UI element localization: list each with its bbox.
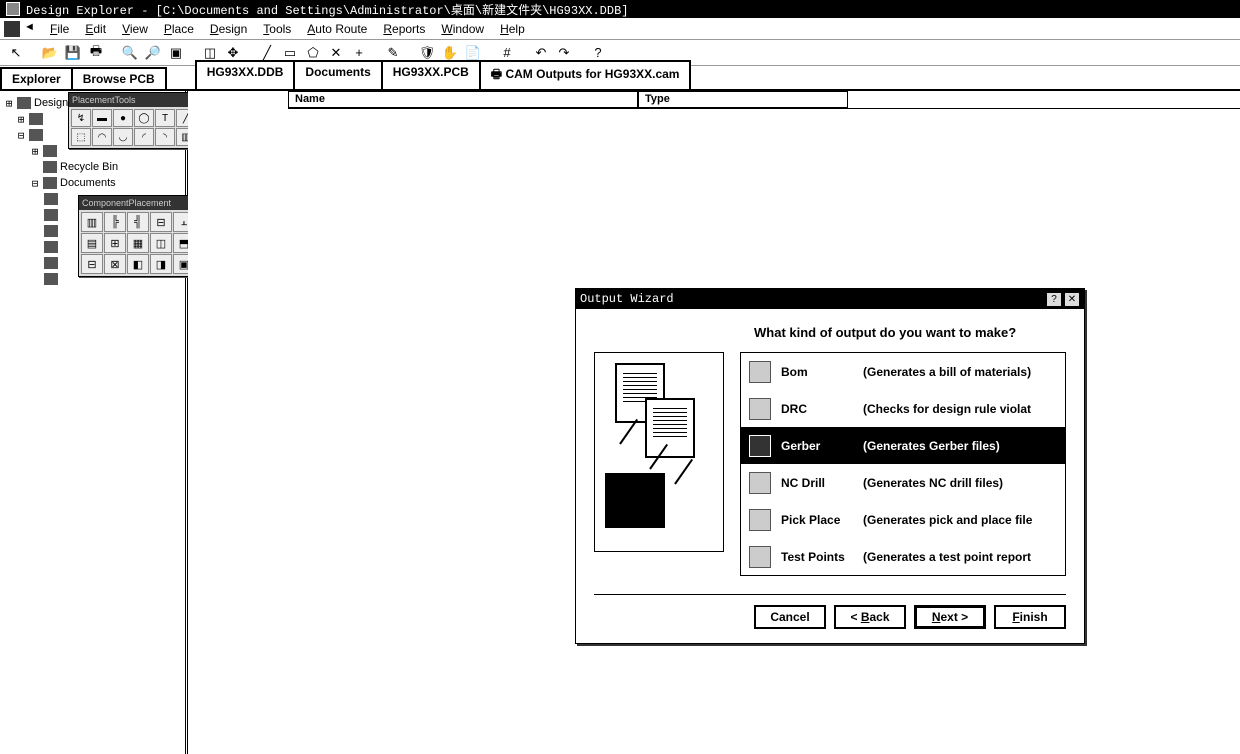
ft1-btn[interactable]: ◡: [113, 128, 133, 146]
dialog-question: What kind of output do you want to make?: [754, 325, 1066, 340]
option-icon: [749, 546, 771, 568]
menu-reports[interactable]: Reports: [377, 20, 431, 38]
option-desc: (Generates a bill of materials): [863, 365, 1057, 379]
help-icon[interactable]: ?: [1046, 292, 1062, 307]
output-option-nc-drill[interactable]: NC Drill (Generates NC drill files): [741, 464, 1065, 501]
menu-file[interactable]: File: [44, 20, 75, 38]
cancel-button[interactable]: Cancel: [754, 605, 826, 629]
output-wizard-dialog: Output Wizard ? ✕ What kind of output do…: [575, 288, 1085, 644]
option-desc: (Generates a test point report: [863, 550, 1057, 564]
ft2-btn[interactable]: ▤: [81, 233, 103, 253]
option-name: Test Points: [781, 550, 853, 564]
ft2-btn[interactable]: ╠: [104, 212, 126, 232]
menu-view[interactable]: View: [116, 20, 154, 38]
back-button[interactable]: < Back: [834, 605, 906, 629]
close-icon[interactable]: ✕: [1064, 292, 1080, 307]
output-option-bom[interactable]: Bom (Generates a bill of materials): [741, 353, 1065, 390]
option-name: NC Drill: [781, 476, 853, 490]
menubar-icon: [4, 21, 20, 37]
option-name: Bom: [781, 365, 853, 379]
next-button[interactable]: Next >: [914, 605, 986, 629]
menu-design[interactable]: Design: [204, 20, 253, 38]
option-desc: (Generates NC drill files): [863, 476, 1057, 490]
explorer-panel: ⊞ Design ⊞ ⊟ ⊞ Recycle Bin ⊟ Documents: [0, 91, 188, 754]
tab-documents[interactable]: Documents: [293, 60, 382, 89]
toolbar-zoomin-icon[interactable]: 🔍: [120, 43, 140, 63]
option-icon: [749, 398, 771, 420]
ft1-btn[interactable]: T: [155, 109, 175, 127]
option-desc: (Generates Gerber files): [863, 439, 1057, 453]
ft1-btn[interactable]: ◠: [92, 128, 112, 146]
output-option-test-points[interactable]: Test Points (Generates a test point repor…: [741, 538, 1065, 575]
menu-help[interactable]: Help: [494, 20, 531, 38]
toolbar-save-icon[interactable]: 💾: [63, 43, 83, 63]
option-icon: [749, 509, 771, 531]
dialog-illustration: [594, 352, 724, 552]
ft1-btn[interactable]: ↯: [71, 109, 91, 127]
ft1-btn[interactable]: ▬: [92, 109, 112, 127]
option-desc: (Checks for design rule violat: [863, 402, 1057, 416]
option-icon: [749, 435, 771, 457]
tree-recycle-bin[interactable]: Recycle Bin: [2, 159, 183, 175]
dialog-titlebar[interactable]: Output Wizard ? ✕: [576, 289, 1084, 309]
option-name: DRC: [781, 402, 853, 416]
list-header: Name Type: [288, 91, 1240, 109]
toolbar-pointer-icon[interactable]: ↖: [6, 43, 26, 63]
tree-root-label: Design: [34, 97, 68, 109]
menu-edit[interactable]: Edit: [79, 20, 112, 38]
tab-pcb[interactable]: HG93XX.PCB: [381, 60, 481, 89]
ft2-btn[interactable]: ◨: [150, 254, 172, 274]
tab-explorer[interactable]: Explorer: [0, 67, 73, 89]
ft2-btn[interactable]: ▥: [81, 212, 103, 232]
ft2-btn[interactable]: ⊟: [150, 212, 172, 232]
menubar: ◄ File Edit View Place Design Tools Auto…: [0, 18, 1240, 40]
ft2-btn[interactable]: ⊟: [81, 254, 103, 274]
option-icon: [749, 472, 771, 494]
option-name: Pick Place: [781, 513, 853, 527]
tab-browse-pcb[interactable]: Browse PCB: [71, 67, 167, 89]
ft2-btn[interactable]: ⊞: [104, 233, 126, 253]
output-option-drc[interactable]: DRC (Checks for design rule violat: [741, 390, 1065, 427]
ft1-btn[interactable]: ◯: [134, 109, 154, 127]
menu-place[interactable]: Place: [158, 20, 200, 38]
ft1-btn[interactable]: ⬚: [71, 128, 91, 146]
app-icon: [6, 2, 20, 16]
ft1-btn[interactable]: ◝: [155, 128, 175, 146]
tab-ddb[interactable]: HG93XX.DDB: [195, 60, 296, 89]
option-icon: [749, 361, 771, 383]
col-name[interactable]: Name: [288, 91, 638, 108]
output-option-gerber[interactable]: Gerber (Generates Gerber files): [741, 427, 1065, 464]
menu-tools[interactable]: Tools: [257, 20, 297, 38]
window-title: Design Explorer - [C:\Documents and Sett…: [26, 1, 629, 18]
dialog-title: Output Wizard: [580, 292, 674, 306]
arrow-left-icon[interactable]: ◄: [24, 21, 40, 37]
ft2-btn[interactable]: ◫: [150, 233, 172, 253]
ft2-btn[interactable]: ▦: [127, 233, 149, 253]
option-name: Gerber: [781, 439, 853, 453]
output-options-list: Bom (Generates a bill of materials) DRC (Ch…: [740, 352, 1066, 576]
option-desc: (Generates pick and place file: [863, 513, 1057, 527]
tree-recycle-label: Recycle Bin: [60, 161, 118, 173]
ft2-btn[interactable]: ╣: [127, 212, 149, 232]
tree-documents-label: Documents: [60, 177, 116, 189]
tab-cam-outputs[interactable]: 🖶 CAM Outputs for HG93XX.cam: [479, 60, 692, 89]
ft1-btn[interactable]: ●: [113, 109, 133, 127]
menu-window[interactable]: Window: [435, 20, 490, 38]
output-option-pick-place[interactable]: Pick Place (Generates pick and place file: [741, 501, 1065, 538]
ft1-btn[interactable]: ◜: [134, 128, 154, 146]
window-titlebar: Design Explorer - [C:\Documents and Sett…: [0, 0, 1240, 18]
tree-documents[interactable]: ⊟ Documents: [2, 175, 183, 191]
ft2-btn[interactable]: ◧: [127, 254, 149, 274]
toolbar-open-icon[interactable]: 📂: [40, 43, 60, 63]
finish-button[interactable]: Finish: [994, 605, 1066, 629]
tab-row: Explorer Browse PCB HG93XX.DDB Documents…: [0, 66, 1240, 91]
ft2-btn[interactable]: ⊠: [104, 254, 126, 274]
toolbar-fit-icon[interactable]: ▣: [166, 43, 186, 63]
toolbar-print-icon[interactable]: 🖶: [86, 43, 106, 63]
col-type[interactable]: Type: [638, 91, 848, 108]
menu-autoroute[interactable]: Auto Route: [301, 20, 373, 38]
toolbar-zoomout-icon[interactable]: 🔎: [143, 43, 163, 63]
